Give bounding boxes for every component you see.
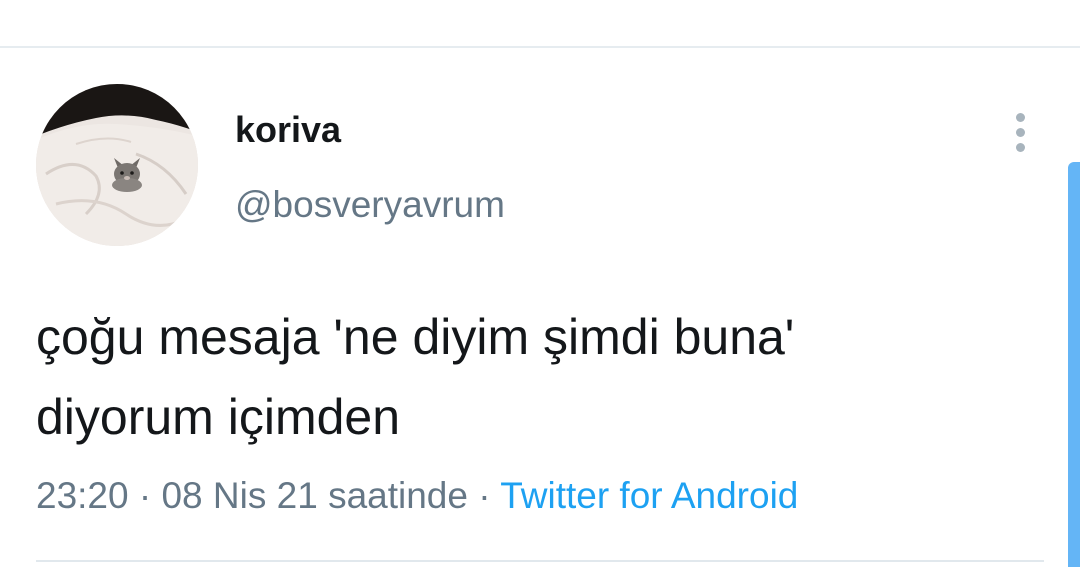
avatar-kitten-image [36, 84, 198, 246]
tweet-source-link[interactable]: Twitter for Android [500, 475, 798, 516]
vertical-ellipsis-icon [1015, 127, 1025, 137]
tweet-text-line: diyorum içimden [36, 389, 401, 445]
tweet-text: çoğu mesaja 'ne diyim şimdi buna' diyoru… [36, 297, 1046, 457]
tweet-time: 23:20 [36, 475, 129, 516]
user-handle[interactable]: @bosveryavrum [235, 182, 505, 228]
vertical-ellipsis-icon [1015, 142, 1025, 152]
meta-separator: · [467, 475, 501, 516]
tweet-text-line: çoğu mesaja 'ne diyim şimdi buna' [36, 309, 795, 365]
more-options-button[interactable] [1004, 110, 1036, 154]
display-name[interactable]: koriva [235, 108, 341, 152]
scroll-indicator [1068, 162, 1080, 567]
avatar[interactable] [36, 84, 198, 246]
kitten-icon [112, 158, 142, 192]
tweet-meta: 23:20 · 08 Nis 21 saatinde · Twitter for… [36, 473, 798, 519]
meta-separator: · [128, 475, 162, 516]
tweet-date: 08 Nis 21 [161, 475, 318, 516]
vertical-ellipsis-icon [1015, 112, 1025, 122]
top-divider [0, 46, 1080, 48]
tweet-date-suffix: saatinde [317, 475, 468, 516]
bottom-divider [36, 560, 1044, 562]
